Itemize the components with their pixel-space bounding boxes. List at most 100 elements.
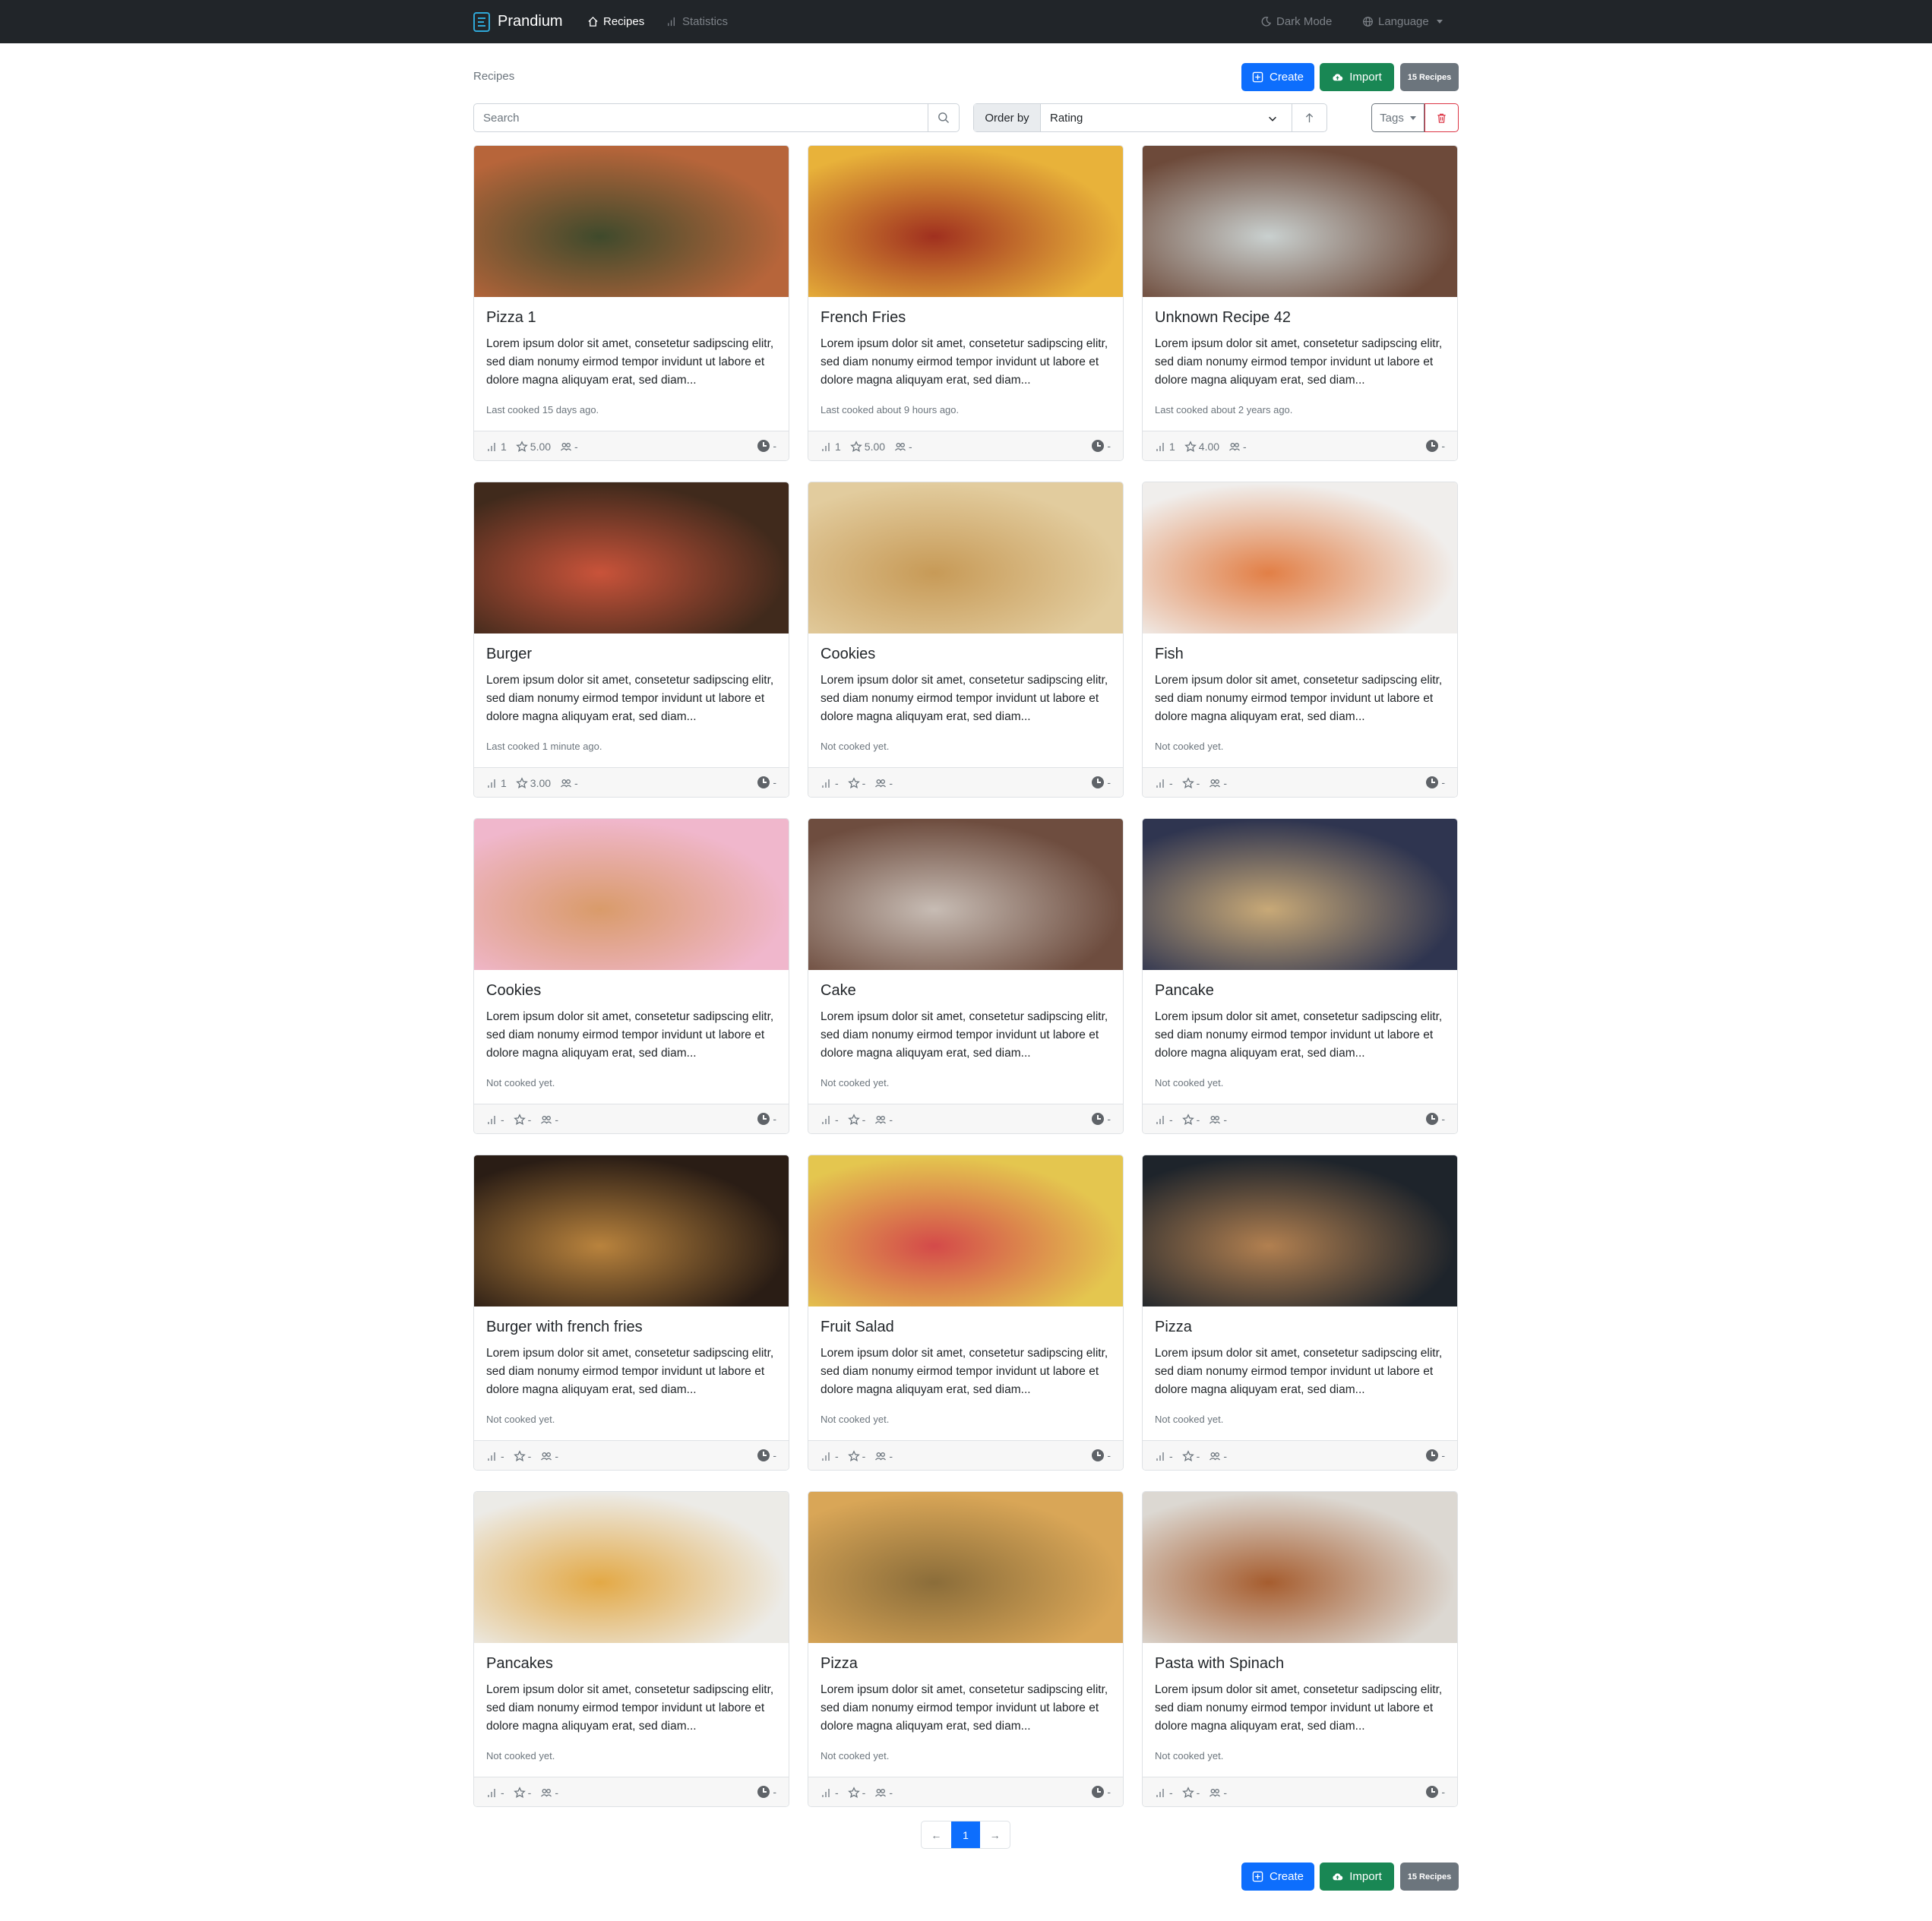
import-label: Import xyxy=(1349,1870,1382,1883)
recipe-card[interactable]: Unknown Recipe 42 Lorem ipsum dolor sit a… xyxy=(1142,145,1458,461)
recipe-card[interactable]: Pancakes Lorem ipsum dolor sit amet, cons… xyxy=(473,1491,789,1807)
dark-mode-toggle[interactable]: Dark Mode xyxy=(1260,0,1332,43)
cook-count: - xyxy=(486,1787,504,1799)
nav-recipes-label: Recipes xyxy=(603,15,645,28)
cook-count-value: - xyxy=(1169,776,1173,789)
moon-icon xyxy=(1261,17,1272,27)
recipe-image[interactable] xyxy=(1143,482,1457,633)
recipe-description: Lorem ipsum dolor sit amet, consetetur s… xyxy=(1155,1010,1443,1060)
recipe-card[interactable]: Burger with french fries Lorem ipsum dolo… xyxy=(473,1155,789,1471)
recipe-title[interactable]: Cake xyxy=(821,982,856,1000)
recipe-title[interactable]: Unknown Recipe 42 xyxy=(1155,309,1291,327)
recipe-title[interactable]: Burger xyxy=(486,646,532,663)
cook-time: - xyxy=(757,1113,776,1125)
tags-dropdown[interactable]: Tags xyxy=(1371,103,1424,132)
recipe-card[interactable]: Fish Lorem ipsum dolor sit amet, consetet… xyxy=(1142,482,1458,798)
servings: - xyxy=(560,777,578,789)
rating-value: - xyxy=(862,776,866,789)
pagination-page-1[interactable]: 1 xyxy=(950,1821,981,1848)
recipe-card[interactable]: Pancake Lorem ipsum dolor sit amet, conse… xyxy=(1142,818,1458,1134)
recipe-card[interactable]: Pasta with Spinach Lorem ipsum dolor sit … xyxy=(1142,1491,1458,1807)
recipe-image[interactable] xyxy=(1143,819,1457,970)
recipe-title[interactable]: Cookies xyxy=(486,982,541,1000)
recipe-image[interactable] xyxy=(1143,1492,1457,1643)
recipe-title[interactable]: Fish xyxy=(1155,646,1184,663)
import-button-top[interactable]: Import xyxy=(1320,63,1394,91)
servings: - xyxy=(1209,1450,1227,1462)
servings: - xyxy=(874,1450,893,1462)
sort-direction-button[interactable] xyxy=(1292,104,1326,131)
search-input[interactable] xyxy=(474,104,928,131)
cook-count: - xyxy=(1155,1450,1173,1462)
card-footer: ---- xyxy=(474,1440,789,1470)
recipe-title[interactable]: Fruit Salad xyxy=(821,1319,894,1336)
search-icon xyxy=(938,112,949,123)
card-footer: ---- xyxy=(474,1104,789,1133)
nav-statistics[interactable]: Statistics xyxy=(666,0,728,43)
recipe-card[interactable]: Pizza Lorem ipsum dolor sit amet, consete… xyxy=(1142,1155,1458,1471)
recipe-description: Lorem ipsum dolor sit amet, consetetur s… xyxy=(486,1347,774,1396)
recipe-card[interactable]: Pizza Lorem ipsum dolor sit amet, consete… xyxy=(808,1491,1124,1807)
recipe-title[interactable]: Pancakes xyxy=(486,1655,553,1673)
pagination-prev[interactable]: ← xyxy=(922,1821,951,1848)
recipe-title[interactable]: Burger with french fries xyxy=(486,1319,643,1336)
recipe-title[interactable]: Cookies xyxy=(821,646,875,663)
people-icon xyxy=(561,779,572,787)
import-button-bottom[interactable]: Import xyxy=(1320,1863,1394,1891)
recipe-card[interactable]: Fruit Salad Lorem ipsum dolor sit amet, c… xyxy=(808,1155,1124,1471)
order-by-select[interactable]: Rating xyxy=(1041,104,1289,131)
recipe-image[interactable] xyxy=(474,1155,789,1306)
cook-time: - xyxy=(757,440,776,452)
recipe-image[interactable] xyxy=(808,146,1123,297)
recipe-card[interactable]: Cake Lorem ipsum dolor sit amet, consetet… xyxy=(808,818,1124,1134)
recipe-image[interactable] xyxy=(474,482,789,633)
servings-value: - xyxy=(574,440,578,453)
recipe-card[interactable]: French Fries Lorem ipsum dolor sit amet, … xyxy=(808,145,1124,461)
recipe-image[interactable] xyxy=(808,1155,1123,1306)
recipe-image[interactable] xyxy=(808,1492,1123,1643)
recipe-card[interactable]: Burger Lorem ipsum dolor sit amet, conset… xyxy=(473,482,789,798)
recipe-image[interactable] xyxy=(474,1492,789,1643)
recipe-title[interactable]: Pizza 1 xyxy=(486,309,536,327)
cook-count: - xyxy=(821,1114,839,1126)
recipe-title[interactable]: Pizza xyxy=(821,1655,858,1673)
recipe-image[interactable] xyxy=(1143,1155,1457,1306)
top-navbar: Prandium Recipes Statistics Dark Mode La… xyxy=(0,0,1932,43)
pagination-next[interactable]: → xyxy=(980,1821,1010,1848)
cook-time-value: - xyxy=(1441,1786,1445,1798)
recipe-title[interactable]: Pasta with Spinach xyxy=(1155,1655,1284,1673)
star-icon xyxy=(513,1786,526,1798)
clock-icon xyxy=(757,1786,770,1798)
recipe-card[interactable]: Cookies Lorem ipsum dolor sit amet, conse… xyxy=(473,818,789,1134)
recipe-title[interactable]: French Fries xyxy=(821,309,906,327)
recipe-image[interactable] xyxy=(808,819,1123,970)
recipe-title[interactable]: Pizza xyxy=(1155,1319,1192,1336)
clear-tags-button[interactable] xyxy=(1424,103,1459,132)
recipe-description: Lorem ipsum dolor sit amet, consetetur s… xyxy=(486,337,774,387)
cook-count: - xyxy=(821,1450,839,1462)
recipe-description: Lorem ipsum dolor sit amet, consetetur s… xyxy=(1155,1683,1443,1733)
create-button-bottom[interactable]: Create xyxy=(1241,1863,1314,1891)
recipe-description: Lorem ipsum dolor sit amet, consetetur s… xyxy=(486,1010,774,1060)
recipe-image[interactable] xyxy=(474,819,789,970)
last-cooked: Not cooked yet. xyxy=(486,1414,555,1425)
last-cooked: Last cooked about 9 hours ago. xyxy=(821,404,960,415)
language-dropdown[interactable]: Language xyxy=(1362,0,1443,43)
nav-recipes[interactable]: Recipes xyxy=(587,0,644,43)
rating: - xyxy=(1181,777,1200,789)
recipe-title[interactable]: Pancake xyxy=(1155,982,1214,1000)
create-button-top[interactable]: Create xyxy=(1241,63,1314,91)
recipe-card[interactable]: Cookies Lorem ipsum dolor sit amet, conse… xyxy=(808,482,1124,798)
cook-time: - xyxy=(1426,776,1445,788)
arrow-up-icon xyxy=(1305,112,1314,122)
recipe-image[interactable] xyxy=(1143,146,1457,297)
recipe-image[interactable] xyxy=(808,482,1123,633)
cook-time: - xyxy=(757,1449,776,1461)
recipe-image[interactable] xyxy=(474,146,789,297)
brand[interactable]: Prandium xyxy=(473,0,563,43)
recipe-card[interactable]: Pizza 1 Lorem ipsum dolor sit amet, conse… xyxy=(473,145,789,461)
cook-time: - xyxy=(757,1786,776,1798)
cook-count: - xyxy=(821,777,839,789)
cook-time-value: - xyxy=(773,1786,776,1798)
search-button[interactable] xyxy=(928,104,959,131)
